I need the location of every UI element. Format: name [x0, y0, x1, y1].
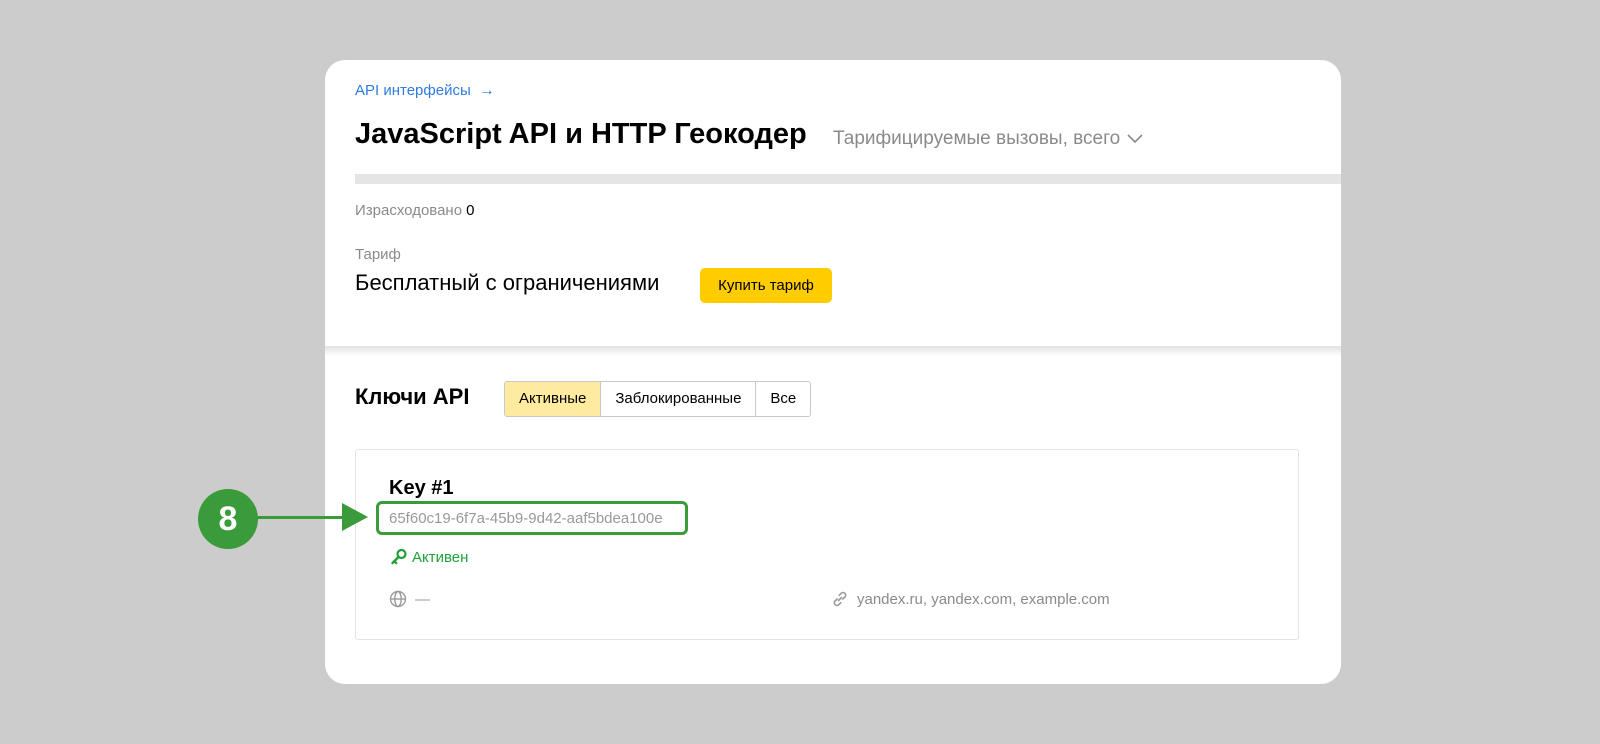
- key-icon: [391, 548, 407, 565]
- key-card: Key #1 65f60c19-6f7a-45b9-9d42-aaf5bdea1…: [355, 449, 1299, 640]
- usage-row: Израсходовано 0: [355, 202, 474, 219]
- usage-value: 0: [466, 202, 475, 219]
- keys-section-title: Ключи API: [355, 384, 470, 409]
- step-number-badge: 8: [198, 489, 258, 549]
- key-status: Активен: [390, 548, 468, 566]
- key-filter-tabs: Активные Заблокированные Все: [504, 381, 812, 417]
- tariff-name: Бесплатный с ограничениями: [355, 270, 660, 295]
- section-divider: [325, 346, 1341, 356]
- key-name: Key #1: [389, 477, 454, 499]
- tab-active[interactable]: Активные: [505, 382, 601, 416]
- geo-restriction: —: [389, 590, 430, 608]
- usage-progress-bar: [355, 174, 1341, 184]
- breadcrumb-link[interactable]: API интерфейсы →: [355, 82, 495, 100]
- link-icon: [833, 591, 847, 607]
- buy-tariff-button[interactable]: Купить тариф: [700, 268, 832, 303]
- geo-value: —: [415, 590, 430, 608]
- callout-arrowhead-icon: [342, 503, 368, 531]
- breadcrumb-label: API интерфейсы: [355, 82, 471, 99]
- callout-line: [255, 516, 347, 519]
- api-key-panel: API интерфейсы → JavaScript API и HTTP Ге…: [325, 60, 1341, 684]
- domains-value: yandex.ru, yandex.com, example.com: [857, 590, 1110, 608]
- tariff-label: Тариф: [355, 246, 401, 263]
- page-title: JavaScript API и HTTP Геокодер: [355, 118, 807, 150]
- arrow-right-icon: →: [478, 82, 495, 99]
- api-summary-section: API интерфейсы → JavaScript API и HTTP Ге…: [325, 60, 1341, 346]
- allowed-domains: yandex.ru, yandex.com, example.com: [831, 590, 1110, 608]
- globe-icon: [389, 590, 407, 608]
- calls-dropdown-label: Тарифицируемые вызовы, всего: [833, 128, 1121, 149]
- key-highlight-frame: [376, 501, 688, 535]
- calls-dropdown[interactable]: Тарифицируемые вызовы, всего: [833, 128, 1144, 150]
- tab-blocked[interactable]: Заблокированные: [600, 382, 756, 416]
- chevron-down-icon: [1127, 134, 1144, 144]
- key-status-label: Активен: [412, 548, 469, 566]
- usage-label: Израсходовано: [355, 202, 463, 219]
- tab-all[interactable]: Все: [755, 382, 811, 416]
